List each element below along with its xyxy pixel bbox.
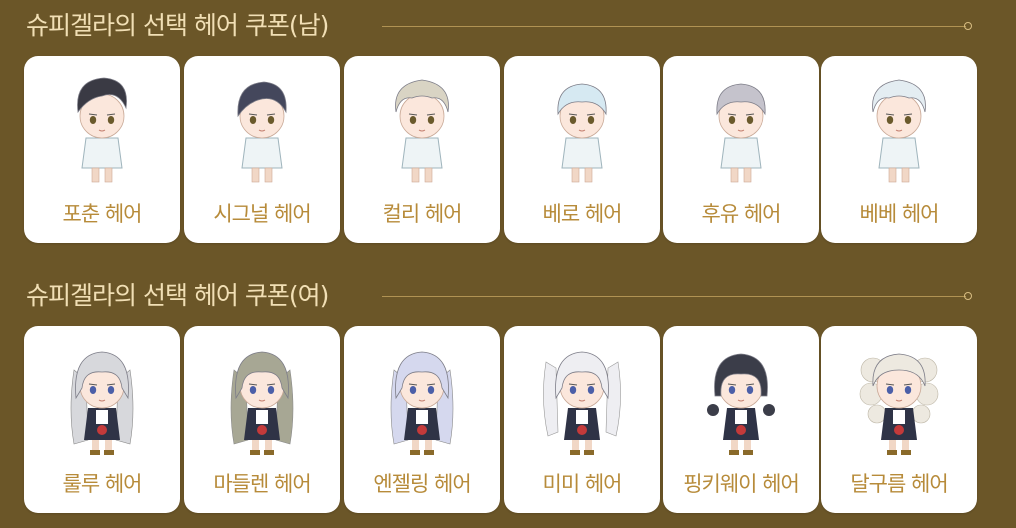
hair-option-card[interactable]: 시그널 헤어: [184, 56, 340, 243]
character-preview-image: [821, 56, 977, 186]
hair-option-card[interactable]: 후유 헤어: [663, 56, 819, 243]
character-sprite: [395, 79, 449, 183]
character-sprite: [859, 353, 939, 455]
hair-option-card[interactable]: 베로 헤어: [504, 56, 660, 243]
hair-name-label: 달구름 헤어: [850, 472, 948, 496]
character-preview-image: [663, 326, 819, 456]
character-preview-image: [504, 326, 660, 456]
character-preview-image: [344, 326, 500, 456]
hair-name-label: 베베 헤어: [859, 202, 940, 226]
hair-name-label: 마들렌 헤어: [213, 472, 311, 496]
character-sprite: [390, 351, 454, 455]
character-preview-image: [663, 56, 819, 186]
hair-option-card[interactable]: 엔젤링 헤어: [344, 326, 500, 513]
divider-end-dot: [964, 292, 972, 300]
character-preview-image: [344, 56, 500, 186]
hair-option-card[interactable]: 미미 헤어: [504, 326, 660, 513]
character-sprite: [707, 353, 775, 455]
character-sprite: [872, 79, 926, 183]
hair-name-label: 시그널 헤어: [213, 202, 311, 226]
hair-name-label: 후유 헤어: [701, 202, 782, 226]
male-coupon-section: 슈피겔라의 선택 헤어 쿠폰(남) 포춘 헤어 시그널 헤어 컬리 헤어 베로 헤어 후…: [0, 0, 1016, 243]
hair-name-label: 컬리 헤어: [382, 202, 463, 226]
section-title: 슈피겔라의 선택 헤어 쿠폰(여): [26, 281, 329, 310]
character-preview-image: [504, 56, 660, 186]
hair-option-card[interactable]: 달구름 헤어: [821, 326, 977, 513]
character-sprite: [543, 351, 621, 455]
character-sprite: [70, 351, 134, 455]
divider-line: [382, 26, 966, 27]
section-title: 슈피겔라의 선택 헤어 쿠폰(남): [26, 11, 329, 40]
character-sprite: [77, 77, 127, 183]
character-preview-image: [821, 326, 977, 456]
character-sprite: [230, 351, 294, 455]
character-sprite: [716, 83, 766, 183]
hair-option-card[interactable]: 마들렌 헤어: [184, 326, 340, 513]
section-header: 슈피겔라의 선택 헤어 쿠폰(여): [0, 270, 1016, 310]
character-sprite: [557, 83, 607, 183]
divider-end-dot: [964, 22, 972, 30]
section-header: 슈피겔라의 선택 헤어 쿠폰(남): [0, 0, 1016, 40]
hair-name-label: 핑키웨이 헤어: [683, 472, 800, 496]
hair-option-card[interactable]: 컬리 헤어: [344, 56, 500, 243]
hair-option-card[interactable]: 룰루 헤어: [24, 326, 180, 513]
hair-option-card[interactable]: 베베 헤어: [821, 56, 977, 243]
character-preview-image: [184, 56, 340, 186]
divider-line: [382, 296, 966, 297]
hair-option-card[interactable]: 포춘 헤어: [24, 56, 180, 243]
female-coupon-section: 슈피겔라의 선택 헤어 쿠폰(여) 룰루 헤어 마들렌 헤어 엔젤링 헤어 미미 헤어…: [0, 270, 1016, 513]
character-preview-image: [184, 326, 340, 456]
character-preview-image: [24, 56, 180, 186]
hair-option-card[interactable]: 핑키웨이 헤어: [663, 326, 819, 513]
hair-name-label: 미미 헤어: [542, 472, 623, 496]
hair-name-label: 베로 헤어: [542, 202, 623, 226]
hair-name-label: 엔젤링 헤어: [373, 472, 471, 496]
character-sprite: [237, 81, 287, 183]
hair-name-label: 룰루 헤어: [62, 472, 143, 496]
hair-name-label: 포춘 헤어: [62, 202, 143, 226]
character-preview-image: [24, 326, 180, 456]
